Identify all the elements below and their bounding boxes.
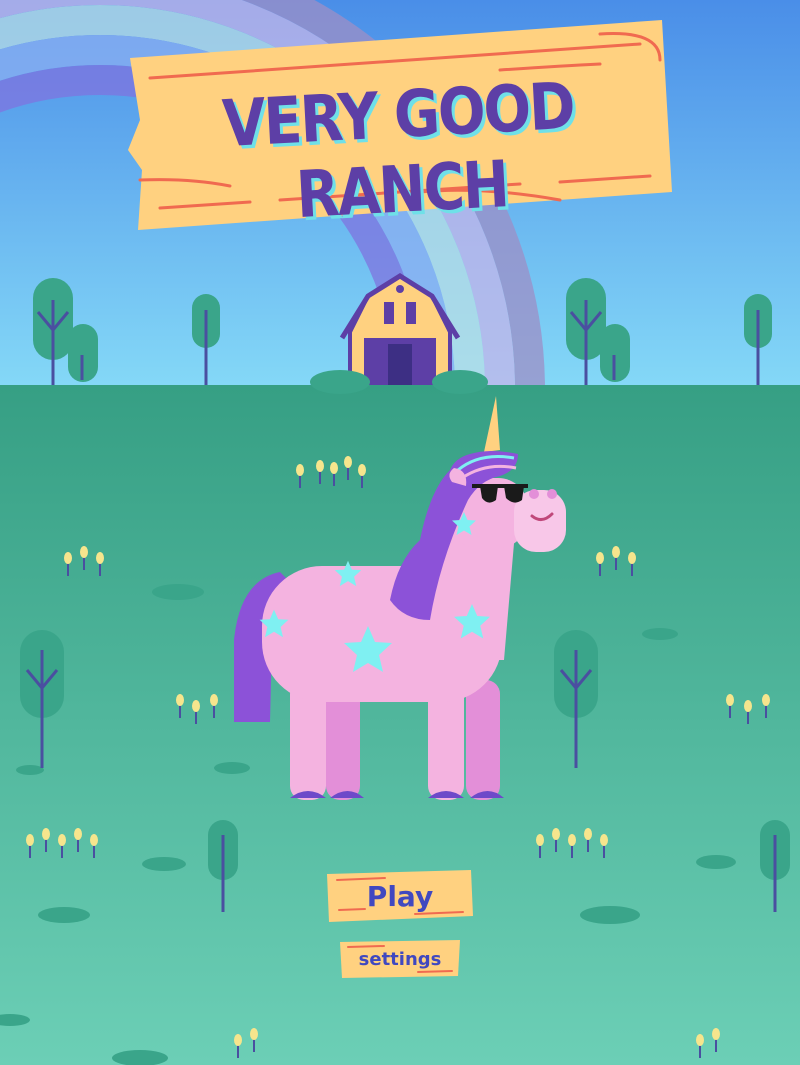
game-scene: VERY GOOD RANCH Play settings <box>0 0 800 1065</box>
game-title: VERY GOOD RANCH <box>220 69 576 234</box>
play-button[interactable]: Play <box>325 868 475 924</box>
settings-button-label: settings <box>358 948 442 970</box>
play-button-label: Play <box>366 879 434 913</box>
settings-button[interactable]: settings <box>338 938 462 980</box>
